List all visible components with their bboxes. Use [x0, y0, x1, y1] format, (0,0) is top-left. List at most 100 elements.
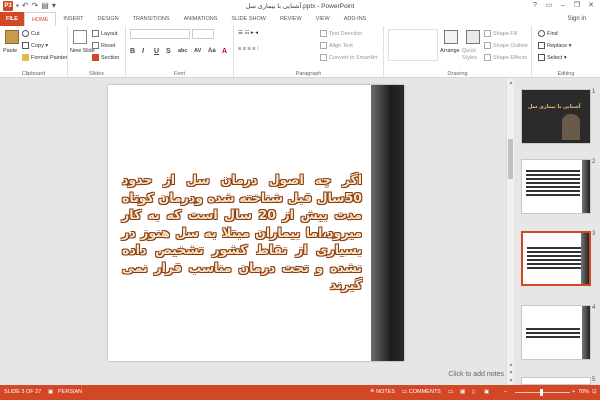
reading-view-icon[interactable]: ▯ [472, 385, 475, 400]
character-spacing-button[interactable]: AV [194, 48, 201, 54]
convert-smartart-button[interactable]: Convert to SmartArt [320, 54, 378, 61]
slide-thumbnail-3[interactable] [521, 231, 591, 286]
thumbnail-number-4: 4 [592, 305, 596, 311]
font-group: B I U S abc AV Aa A Font [126, 26, 234, 78]
paste-icon[interactable] [5, 30, 19, 44]
tab-home[interactable]: HOME [23, 12, 57, 26]
select-button[interactable]: Select ▾ [538, 54, 567, 61]
font-name-dropdown[interactable] [130, 29, 190, 39]
close-button[interactable]: ✕ [584, 0, 598, 11]
scroll-up-icon[interactable]: ▲ [507, 79, 515, 87]
shadow-button[interactable]: abc [178, 48, 187, 54]
font-size-dropdown[interactable] [192, 29, 214, 39]
paste-button[interactable]: Paste [3, 48, 17, 54]
new-slide-icon[interactable] [73, 30, 87, 44]
format-painter-button[interactable]: Format Painter [22, 54, 67, 61]
reset-button[interactable]: Reset [92, 42, 115, 49]
status-bar: SLIDE 3 OF 27 ▣ PERSIAN ≜ NOTES ▭ COMMEN… [0, 385, 600, 400]
tab-add-ins[interactable]: ADD-INS [337, 12, 374, 26]
copy-label: Copy [31, 42, 44, 49]
underline-button[interactable]: U [154, 48, 159, 55]
arrange-icon[interactable] [444, 30, 458, 44]
ribbon-display-button[interactable]: ▭ [542, 0, 556, 11]
quick-styles-button[interactable]: Quick Styles [462, 48, 482, 62]
slide-body-text[interactable]: اگر چه اصول درمان سل از حدود 50سال قبل ش… [122, 171, 362, 294]
minimize-button[interactable]: – [556, 0, 570, 11]
replace-button[interactable]: Replace ▾ [538, 42, 571, 49]
change-case-button[interactable]: Aa [208, 48, 216, 54]
italic-button[interactable]: I [142, 48, 144, 55]
cut-button[interactable]: Cut [22, 30, 40, 37]
tab-view[interactable]: VIEW [309, 12, 337, 26]
layout-label: Layout [101, 30, 118, 37]
select-icon [538, 54, 545, 61]
fit-slide-icon[interactable]: ⊡ [592, 385, 597, 400]
bullets-button[interactable]: ☰ ☷ ▸ ◂ [238, 30, 258, 36]
shape-outline-button[interactable]: Shape Outline [484, 42, 528, 49]
tab-file[interactable]: FILE [0, 12, 24, 26]
sign-in-link[interactable]: Sign in [568, 16, 586, 22]
thumbnail-number-1: 1 [592, 89, 596, 95]
slide-thumbnail-4[interactable] [521, 305, 591, 360]
tab-transitions[interactable]: TRANSITIONS [126, 12, 177, 26]
zoom-level[interactable]: 70% [578, 385, 589, 400]
section-button[interactable]: Section [92, 54, 119, 61]
tab-review[interactable]: REVIEW [273, 12, 309, 26]
restore-button[interactable]: ❐ [570, 0, 584, 11]
scrollbar-thumb[interactable] [508, 139, 513, 179]
tab-design[interactable]: DESIGN [91, 12, 126, 26]
bold-button[interactable]: B [130, 48, 135, 55]
scroll-down-page-icon[interactable]: ▼ [507, 369, 515, 377]
slideshow-start-icon[interactable]: ▤ [41, 1, 49, 11]
slide-canvas[interactable]: اگر چه اصول درمان سل از حدود 50سال قبل ش… [108, 85, 404, 361]
copy-button[interactable]: Copy ▾ [22, 42, 48, 49]
section-icon [92, 54, 99, 61]
slide-scrollbar[interactable]: ▲ ▲ ▼ ▼ [506, 79, 514, 385]
slide-thumbnail-5[interactable] [521, 377, 591, 385]
tab-animations[interactable]: ANIMATIONS [177, 12, 225, 26]
quick-styles-icon[interactable] [466, 30, 480, 44]
customize-qat-icon[interactable]: ▾ [52, 1, 56, 11]
strikethrough-button[interactable]: S [166, 48, 171, 55]
undo-icon[interactable]: ↶ [22, 1, 29, 11]
spelling-icon[interactable]: ▣ [48, 385, 53, 400]
slide-count: SLIDE 3 OF 27 [4, 389, 42, 395]
alignment-buttons[interactable]: ≡ ≡ ≡ ≡ ⁝ [238, 46, 259, 52]
powerpoint-app-icon[interactable]: P3 [3, 1, 13, 11]
shape-fill-button[interactable]: Shape Fill [484, 30, 517, 37]
slide-sorter-icon[interactable]: ▦ [460, 385, 465, 400]
find-button[interactable]: Find [538, 30, 558, 37]
zoom-out-icon[interactable]: – [504, 385, 507, 400]
normal-view-icon[interactable]: ▭ [448, 385, 453, 400]
drawing-group-label: Drawing [447, 71, 468, 77]
text-direction-label: Text Direction [329, 30, 363, 37]
tab-slide-show[interactable]: SLIDE SHOW [224, 12, 273, 26]
arrange-button[interactable]: Arrange [440, 48, 460, 54]
scroll-down-icon[interactable]: ▼ [507, 377, 515, 385]
save-icon[interactable]: ▪ [16, 1, 19, 11]
slideshow-view-icon[interactable]: ▣ [484, 385, 489, 400]
scroll-up-page-icon[interactable]: ▲ [507, 361, 515, 369]
notes-button[interactable]: ≜ NOTES [370, 385, 395, 400]
slide-thumbnail-2[interactable] [521, 159, 591, 214]
language-indicator[interactable]: PERSIAN [58, 385, 82, 400]
font-color-button[interactable]: A [222, 48, 227, 55]
notes-placeholder[interactable]: Click to add notes [108, 367, 508, 383]
redo-icon[interactable]: ↷ [32, 1, 39, 11]
comments-button[interactable]: ▭ COMMENTS [402, 385, 441, 400]
thumbnail-number-3: 3 [592, 231, 596, 237]
thumbnail-bar [581, 233, 589, 284]
shape-effects-button[interactable]: Shape Effects [484, 54, 527, 61]
zoom-in-icon[interactable]: + [572, 385, 575, 400]
shapes-gallery[interactable] [388, 29, 438, 61]
slide-thumbnail-1[interactable]: آشنایی با بیماری سل [521, 89, 591, 144]
speaker-photo [562, 114, 580, 140]
zoom-slider-knob[interactable] [540, 389, 543, 396]
font-group-label: Font [173, 71, 185, 77]
text-direction-button[interactable]: Text Direction [320, 30, 362, 37]
paragraph-group-label: Paragraph [295, 71, 322, 77]
tab-insert[interactable]: INSERT [56, 12, 90, 26]
align-text-button[interactable]: Align Text [320, 42, 353, 49]
help-button[interactable]: ? [528, 0, 542, 11]
layout-button[interactable]: Layout [92, 30, 118, 37]
